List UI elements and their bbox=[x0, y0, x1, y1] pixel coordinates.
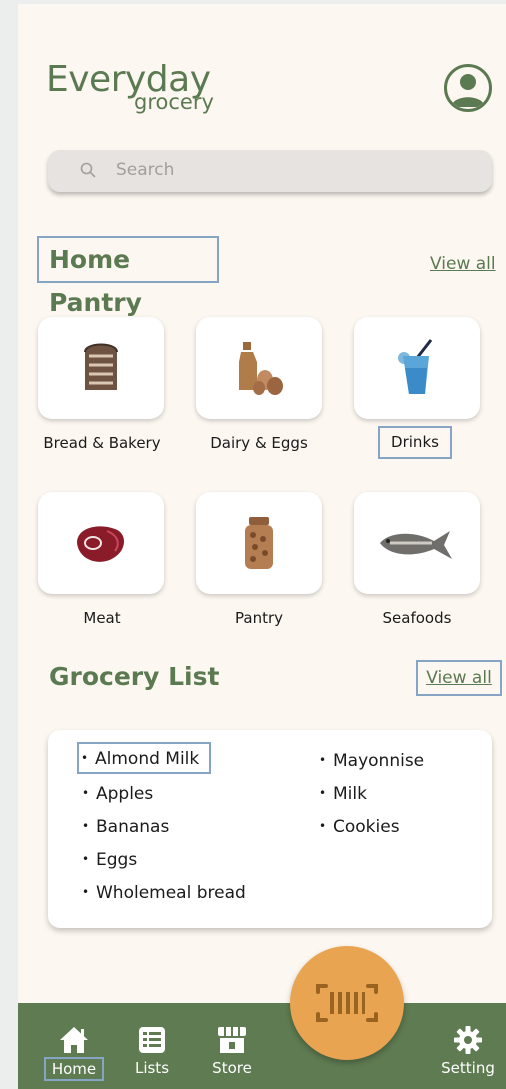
category-tile-bread[interactable] bbox=[38, 317, 164, 419]
barcode-scan-icon bbox=[316, 984, 378, 1022]
category-tile-pantry[interactable] bbox=[196, 492, 322, 594]
list-item[interactable]: • Eggs bbox=[82, 850, 137, 870]
nav-label-lists: Lists bbox=[134, 1059, 170, 1077]
grocery-list-view-all-link[interactable]: View all bbox=[416, 660, 502, 696]
category-tile-meat[interactable] bbox=[38, 492, 164, 594]
app-logo: Everyday grocery bbox=[46, 60, 214, 115]
app-screen: Everyday grocery Search Home Pantry View… bbox=[18, 4, 506, 1089]
list-item[interactable]: • Milk bbox=[319, 784, 367, 804]
category-tile-drinks[interactable] bbox=[354, 317, 480, 419]
list-item[interactable]: • Bananas bbox=[82, 817, 169, 837]
bread-icon bbox=[84, 343, 118, 390]
search-icon bbox=[80, 162, 96, 178]
bottom-nav: Home Lists Store Setting bbox=[18, 1003, 506, 1089]
list-item[interactable]: • Cookies bbox=[319, 817, 400, 837]
list-item[interactable]: • Mayonnise bbox=[319, 751, 424, 771]
jar-icon bbox=[245, 517, 273, 569]
nav-item-setting[interactable]: Setting bbox=[440, 1025, 496, 1077]
nav-item-store[interactable]: Store bbox=[206, 1025, 258, 1077]
dairy-eggs-icon bbox=[239, 342, 283, 395]
list-item[interactable]: • Wholemeal bread bbox=[82, 883, 246, 903]
list-icon bbox=[139, 1027, 165, 1053]
search-placeholder: Search bbox=[116, 160, 175, 180]
home-pantry-title: Home Pantry bbox=[37, 236, 219, 317]
store-icon bbox=[218, 1027, 246, 1053]
grocery-list-title: Grocery List bbox=[49, 662, 220, 691]
gear-icon bbox=[454, 1026, 482, 1054]
home-icon bbox=[60, 1027, 88, 1053]
category-tile-dairy-eggs[interactable] bbox=[196, 317, 322, 419]
nav-label-store: Store bbox=[212, 1059, 252, 1077]
nav-item-lists[interactable]: Lists bbox=[127, 1025, 177, 1077]
category-label-meat: Meat bbox=[83, 609, 121, 627]
home-pantry-view-all-link[interactable]: View all bbox=[430, 254, 496, 274]
nav-label-home: Home bbox=[44, 1057, 104, 1081]
category-label-bread: Bread & Bakery bbox=[43, 434, 161, 452]
category-label-pantry: Pantry bbox=[235, 609, 283, 627]
logo-line-2: grocery bbox=[134, 90, 214, 114]
list-item[interactable]: • Almond Milk bbox=[77, 742, 211, 774]
search-input[interactable]: Search bbox=[48, 150, 492, 192]
user-avatar-icon[interactable] bbox=[444, 64, 492, 112]
category-tile-seafoods[interactable] bbox=[354, 492, 480, 594]
drink-glass-icon bbox=[398, 339, 433, 394]
steak-icon bbox=[77, 526, 124, 562]
fish-icon bbox=[380, 531, 452, 559]
scan-barcode-button[interactable] bbox=[290, 946, 404, 1060]
category-label-seafoods: Seafoods bbox=[382, 609, 452, 627]
nav-item-home[interactable]: Home bbox=[44, 1025, 104, 1081]
category-label-dairy-eggs: Dairy & Eggs bbox=[210, 434, 308, 452]
category-label-drinks: Drinks bbox=[378, 426, 452, 459]
list-item[interactable]: • Apples bbox=[82, 784, 153, 804]
nav-label-setting: Setting bbox=[441, 1059, 495, 1077]
grocery-list-card: • Almond Milk • Apples • Bananas • Eggs • Who… bbox=[48, 730, 492, 928]
